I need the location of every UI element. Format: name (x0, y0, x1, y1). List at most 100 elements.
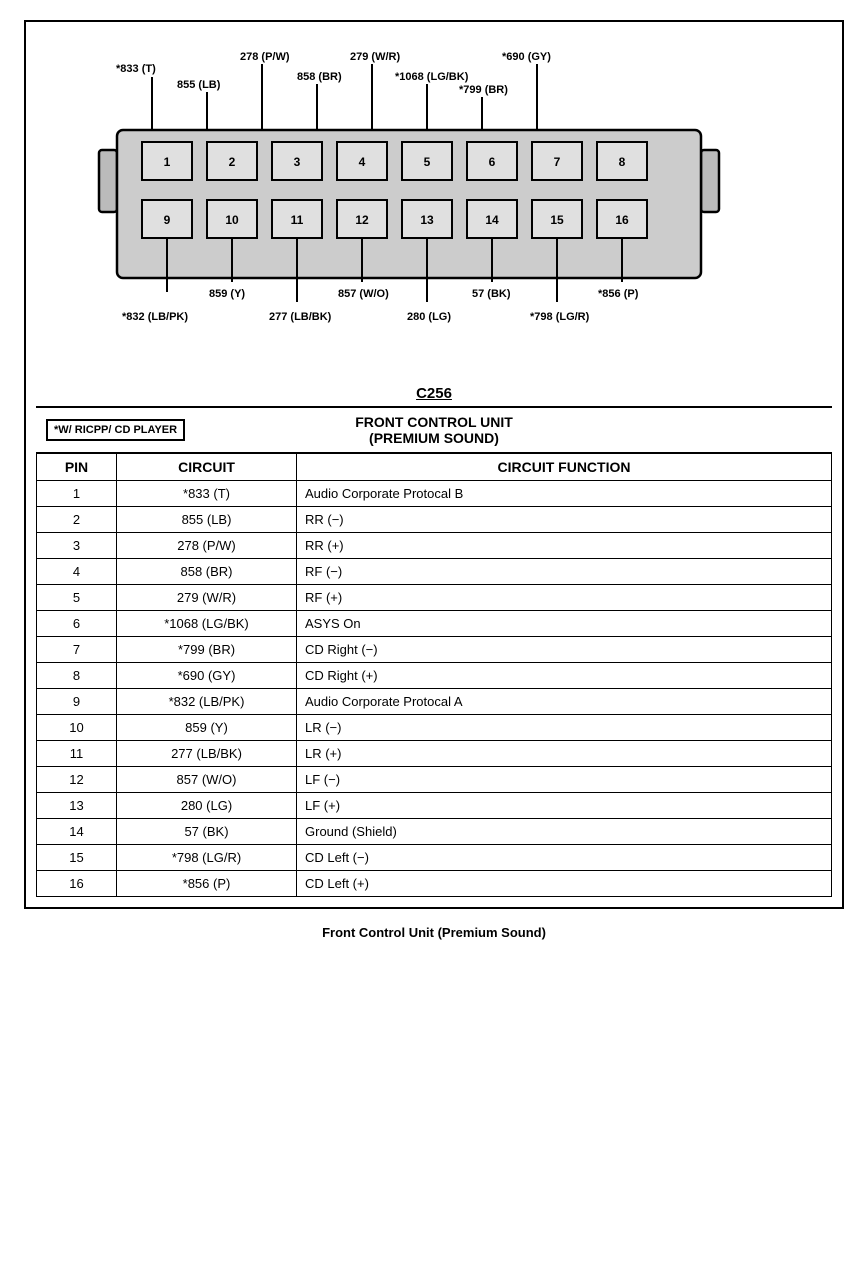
cell-pin: 7 (37, 637, 117, 663)
cell-pin: 4 (37, 559, 117, 585)
footer-caption: Front Control Unit (Premium Sound) (322, 925, 546, 940)
table-row: 5279 (W/R)RF (+) (37, 585, 832, 611)
table-row: 10859 (Y)LR (−) (37, 715, 832, 741)
cell-function: CD Left (−) (297, 845, 832, 871)
cell-function: Ground (Shield) (297, 819, 832, 845)
pin-table: PIN CIRCUIT CIRCUIT FUNCTION 1*833 (T)Au… (36, 452, 832, 897)
main-container: *833 (T) 855 (LB) 278 (P/W) 858 (BR) 279… (24, 20, 844, 909)
cell-circuit: *690 (GY) (117, 663, 297, 689)
cell-function: RR (+) (297, 533, 832, 559)
svg-text:15: 15 (550, 213, 564, 227)
col-header-circuit: CIRCUIT (117, 453, 297, 481)
cell-function: RR (−) (297, 507, 832, 533)
table-row: 1*833 (T)Audio Corporate Protocal B (37, 481, 832, 507)
cell-function: Audio Corporate Protocal A (297, 689, 832, 715)
svg-text:16: 16 (615, 213, 629, 227)
cell-function: LF (+) (297, 793, 832, 819)
table-row: 11277 (LB/BK)LR (+) (37, 741, 832, 767)
cell-function: LR (+) (297, 741, 832, 767)
cell-pin: 13 (37, 793, 117, 819)
cell-pin: 6 (37, 611, 117, 637)
cell-pin: 5 (37, 585, 117, 611)
cell-circuit: 857 (W/O) (117, 767, 297, 793)
svg-text:7: 7 (554, 155, 561, 169)
table-row: 2855 (LB)RR (−) (37, 507, 832, 533)
svg-text:13: 13 (420, 213, 434, 227)
connector-diagram: *833 (T) 855 (LB) 278 (P/W) 858 (BR) 279… (44, 42, 824, 372)
cell-circuit: *833 (T) (117, 481, 297, 507)
table-row: 4858 (BR)RF (−) (37, 559, 832, 585)
svg-text:857 (W/O): 857 (W/O) (338, 288, 389, 300)
svg-text:*798 (LG/R): *798 (LG/R) (530, 311, 590, 323)
svg-text:*833 (T): *833 (T) (116, 63, 156, 75)
svg-text:859 (Y): 859 (Y) (209, 288, 245, 300)
cell-function: LF (−) (297, 767, 832, 793)
svg-text:57 (BK): 57 (BK) (472, 288, 511, 300)
cell-circuit: 277 (LB/BK) (117, 741, 297, 767)
table-row: 7*799 (BR)CD Right (−) (37, 637, 832, 663)
svg-text:8: 8 (619, 155, 626, 169)
svg-text:277 (LB/BK): 277 (LB/BK) (269, 311, 332, 323)
cell-circuit: 279 (W/R) (117, 585, 297, 611)
header-title-line1: FRONT CONTROL UNIT (355, 414, 513, 430)
cell-circuit: *856 (P) (117, 871, 297, 897)
cell-circuit: *832 (LB/PK) (117, 689, 297, 715)
col-header-function: CIRCUIT FUNCTION (297, 453, 832, 481)
svg-text:4: 4 (359, 155, 366, 169)
cell-circuit: 278 (P/W) (117, 533, 297, 559)
cell-function: Audio Corporate Protocal B (297, 481, 832, 507)
table-header-row: PIN CIRCUIT CIRCUIT FUNCTION (37, 453, 832, 481)
cell-pin: 12 (37, 767, 117, 793)
cell-function: RF (−) (297, 559, 832, 585)
table-row: 3278 (P/W)RR (+) (37, 533, 832, 559)
cell-pin: 14 (37, 819, 117, 845)
table-row: 15*798 (LG/R)CD Left (−) (37, 845, 832, 871)
cell-pin: 10 (37, 715, 117, 741)
cell-circuit: 855 (LB) (117, 507, 297, 533)
cell-function: CD Right (+) (297, 663, 832, 689)
cell-function: CD Left (+) (297, 871, 832, 897)
header-title: FRONT CONTROL UNIT (PREMIUM SOUND) (355, 414, 513, 446)
cell-pin: 9 (37, 689, 117, 715)
cell-function: ASYS On (297, 611, 832, 637)
cell-circuit: 57 (BK) (117, 819, 297, 845)
svg-text:280 (LG): 280 (LG) (407, 311, 451, 323)
svg-text:*690 (GY): *690 (GY) (502, 51, 551, 63)
cell-circuit: *1068 (LG/BK) (117, 611, 297, 637)
svg-text:3: 3 (294, 155, 301, 169)
table-row: 9*832 (LB/PK)Audio Corporate Protocal A (37, 689, 832, 715)
svg-text:*1068 (LG/BK): *1068 (LG/BK) (395, 71, 469, 83)
cell-pin: 11 (37, 741, 117, 767)
cell-circuit: 859 (Y) (117, 715, 297, 741)
table-row: 1457 (BK)Ground (Shield) (37, 819, 832, 845)
cell-function: LR (−) (297, 715, 832, 741)
svg-text:279 (W/R): 279 (W/R) (350, 51, 400, 63)
header-title-line2: (PREMIUM SOUND) (355, 430, 513, 446)
cell-function: RF (+) (297, 585, 832, 611)
cell-circuit: *798 (LG/R) (117, 845, 297, 871)
svg-text:10: 10 (225, 213, 239, 227)
header-badge: *W/ RICPP/ CD PLAYER (46, 419, 185, 441)
table-row: 16*856 (P)CD Left (+) (37, 871, 832, 897)
table-row: 6*1068 (LG/BK)ASYS On (37, 611, 832, 637)
svg-text:855 (LB): 855 (LB) (177, 79, 221, 91)
col-header-pin: PIN (37, 453, 117, 481)
svg-text:858 (BR): 858 (BR) (297, 71, 342, 83)
cell-circuit: *799 (BR) (117, 637, 297, 663)
cell-function: CD Right (−) (297, 637, 832, 663)
table-row: 8*690 (GY)CD Right (+) (37, 663, 832, 689)
svg-text:*799 (BR): *799 (BR) (459, 84, 508, 96)
svg-text:14: 14 (485, 213, 499, 227)
diagram-area: *833 (T) 855 (LB) 278 (P/W) 858 (BR) 279… (36, 32, 832, 377)
cell-circuit: 858 (BR) (117, 559, 297, 585)
cell-pin: 16 (37, 871, 117, 897)
cell-pin: 2 (37, 507, 117, 533)
table-row: 12857 (W/O)LF (−) (37, 767, 832, 793)
svg-text:6: 6 (489, 155, 496, 169)
cell-pin: 3 (37, 533, 117, 559)
table-row: 13280 (LG)LF (+) (37, 793, 832, 819)
cell-pin: 15 (37, 845, 117, 871)
header-section: *W/ RICPP/ CD PLAYER FRONT CONTROL UNIT … (36, 406, 832, 452)
cell-circuit: 280 (LG) (117, 793, 297, 819)
svg-text:278 (P/W): 278 (P/W) (240, 51, 290, 63)
